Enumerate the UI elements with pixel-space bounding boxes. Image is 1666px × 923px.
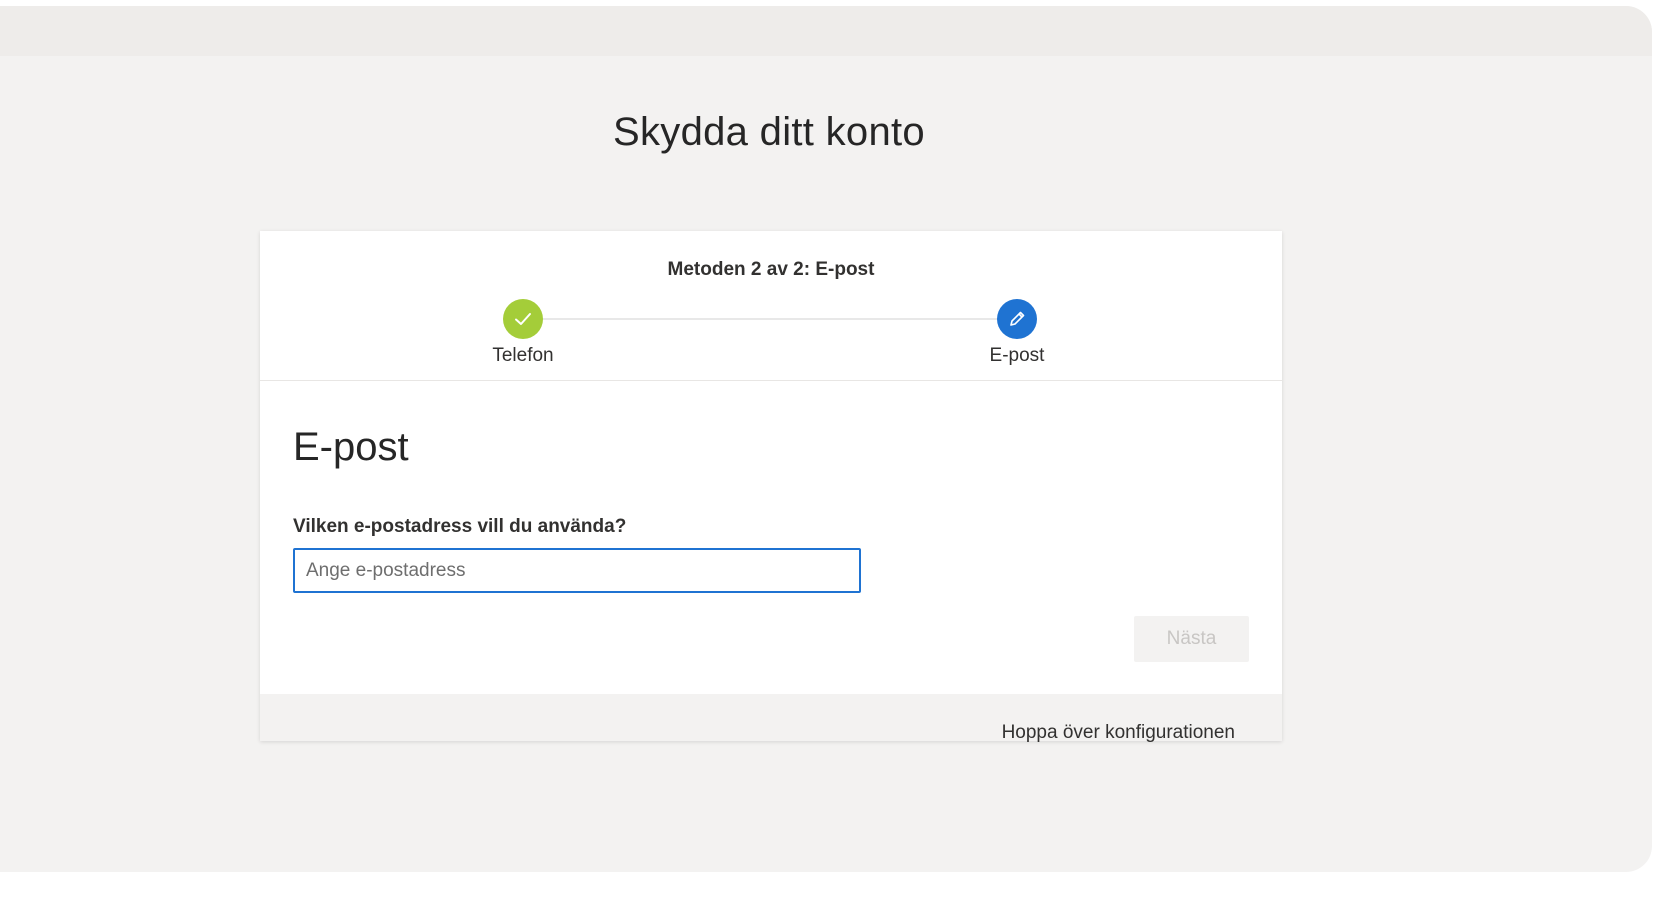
next-button[interactable]: Nästa: [1134, 616, 1249, 662]
card-footer: Hoppa över konfigurationen: [260, 694, 1282, 744]
step-label-telefon: Telefon: [492, 345, 554, 366]
email-input[interactable]: [293, 548, 861, 593]
browser-window: Skydda ditt konto Metoden 2 av 2: E-post…: [0, 6, 1652, 872]
step-label-epost: E-post: [989, 345, 1045, 366]
progress-line: [540, 318, 1016, 320]
window-top-bar: [0, 6, 1652, 56]
setup-card: Metoden 2 av 2: E-post Telefon E-post E-…: [260, 231, 1282, 744]
page-title: Skydda ditt konto: [613, 110, 925, 154]
step-caption: Metoden 2 av 2: E-post: [667, 259, 875, 280]
step-epost: E-post: [957, 299, 1077, 367]
pencil-icon: [997, 299, 1037, 339]
step-telefon: Telefon: [463, 299, 583, 367]
section-heading: E-post: [293, 425, 409, 469]
checkmark-icon: [503, 299, 543, 339]
progress-header: Metoden 2 av 2: E-post Telefon E-post: [260, 231, 1282, 381]
skip-setup-link[interactable]: Hoppa över konfigurationen: [1002, 722, 1235, 744]
email-question-label: Vilken e-postadress vill du använda?: [293, 516, 627, 537]
